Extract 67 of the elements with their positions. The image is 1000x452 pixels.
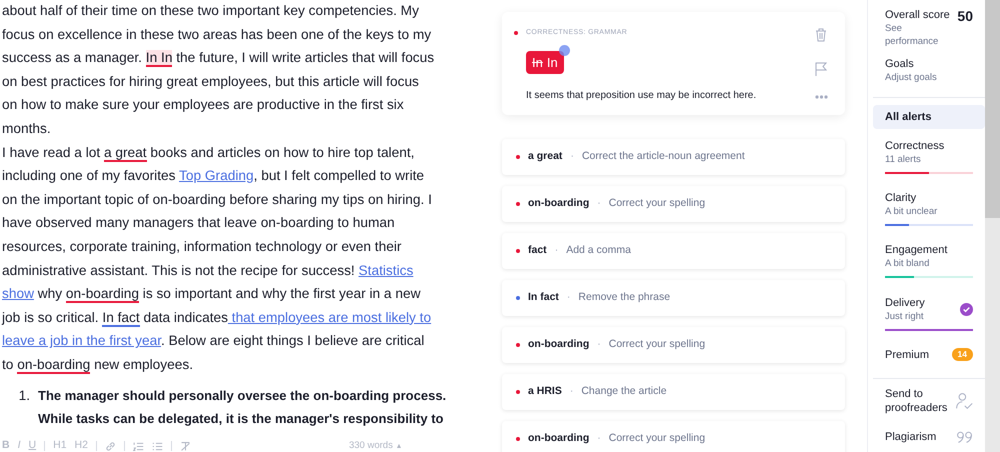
all-alerts-tab[interactable]: All alerts bbox=[873, 104, 985, 130]
bullet-list-icon[interactable] bbox=[152, 440, 163, 452]
separator-dot: · bbox=[566, 290, 570, 306]
clear-format-icon[interactable] bbox=[180, 440, 191, 452]
alert-item[interactable]: In fact · Remove the phrase bbox=[502, 280, 845, 316]
alert-item[interactable]: fact · Add a comma bbox=[502, 233, 845, 269]
category-tab[interactable]: Correctness 11 alerts bbox=[873, 139, 985, 192]
alert-item[interactable]: a great · Correct the article-noun agreement bbox=[502, 139, 845, 175]
paragraph: about half of their time on these two important key competencies. My focus on excellence in these two areas has been one of the keys to my success as a manager. In In the future, I will write articles that will focus on best practices for hiring great employees, but this article will focus on how to make sure your employees are productive in the first six months. bbox=[2, 2, 436, 138]
flagged-text[interactable]: In fact bbox=[102, 310, 140, 327]
category-tab[interactable]: Clarity A bit unclear bbox=[873, 191, 985, 244]
alert-hint: Correct your spelling bbox=[608, 431, 706, 446]
alert-hint: Correct your spelling bbox=[608, 337, 706, 352]
premium-label[interactable]: Premium bbox=[885, 348, 930, 362]
quote-icon bbox=[956, 430, 973, 444]
score-label: Overall score bbox=[885, 8, 951, 22]
sidebar-action[interactable]: Send to proofreaders bbox=[873, 379, 985, 423]
more-icon[interactable] bbox=[814, 95, 828, 99]
text-link[interactable]: show bbox=[2, 286, 34, 302]
separator-dot: · bbox=[570, 384, 574, 400]
person-check-icon bbox=[955, 392, 973, 410]
alert-hint: Correct your spelling bbox=[608, 196, 706, 212]
count-badge: 14 bbox=[952, 348, 973, 361]
see-performance-link[interactable]: See performance bbox=[885, 22, 958, 48]
overall-score: 50 bbox=[957, 8, 973, 26]
numbered-list-icon[interactable] bbox=[132, 440, 144, 452]
flagged-text[interactable]: a great bbox=[104, 144, 147, 162]
link-icon[interactable] bbox=[104, 440, 116, 452]
trash-icon[interactable] bbox=[815, 28, 827, 42]
paragraph: I have read a lot a great books and articles on how to hire top talent, including one of my favorites Top Grading, but I felt compelled to write on the important topic of on-boarding before sharing my tips on hiring. I have observed many managers that leave on-boarding to human resources, corporate training, information technology or even their administrative assistant. This is not the recipe for success! Statistics show why on-boarding is so important and why the first year in a new job is so critical. In fact data indicates that employees are most likely to leave a job in the first year. Below are eight things I believe are critical to on-boarding new employees. bbox=[2, 144, 433, 376]
list-number: 1. bbox=[18, 386, 31, 404]
category-tab[interactable]: Engagement A bit bland bbox=[873, 243, 985, 296]
alert-word: a HRIS bbox=[528, 384, 562, 400]
separator-dot: · bbox=[597, 196, 601, 212]
separator-dot: · bbox=[554, 243, 558, 258]
alert-word: a great bbox=[528, 149, 562, 164]
alert-hint: Remove the phrase bbox=[578, 290, 670, 306]
alert-word: In fact bbox=[528, 290, 559, 306]
flagged-text[interactable]: In In bbox=[146, 50, 172, 68]
separator-dot: · bbox=[597, 431, 601, 446]
goals-label[interactable]: Goals bbox=[885, 57, 973, 72]
flagged-text[interactable]: on-boarding bbox=[17, 356, 90, 374]
separator-dot: · bbox=[570, 149, 574, 164]
category-tab[interactable]: Delivery Just right bbox=[873, 296, 985, 348]
flagged-text[interactable]: on-boarding bbox=[66, 286, 139, 304]
text-link[interactable]: that employees are most likely to bbox=[228, 310, 432, 325]
alert-word: on-boarding bbox=[528, 431, 590, 446]
text-link[interactable]: Statistics bbox=[358, 262, 414, 278]
alert-hint: Add a comma bbox=[566, 243, 631, 258]
text-link[interactable]: leave a job in the first year bbox=[2, 333, 162, 348]
list-item-text: The manager should personally oversee the on-boarding process. While tasks can be delegated, it is the manager's responsibility to bbox=[38, 386, 448, 428]
adjust-goals-link[interactable]: Adjust goals bbox=[885, 71, 973, 84]
alert-hint: Correct the article-noun agreement bbox=[582, 149, 745, 164]
alert-word: fact bbox=[528, 243, 547, 258]
separator-dot: · bbox=[597, 337, 601, 352]
text-link[interactable]: Top Grading bbox=[179, 168, 254, 184]
alert-item[interactable]: on-boarding · Correct your spelling bbox=[502, 186, 845, 222]
suggestion-button[interactable]: In In bbox=[526, 50, 564, 74]
alert-word: on-boarding bbox=[528, 196, 590, 212]
sidebar-action[interactable]: Plagiarism bbox=[873, 422, 985, 452]
alert-word: on-boarding bbox=[528, 337, 590, 352]
alert-item[interactable]: a HRIS · Change the article bbox=[502, 374, 845, 410]
alert-item[interactable]: on-boarding · Correct your spelling bbox=[502, 421, 845, 452]
alert-message: It seems that preposition use may be incorrect here. bbox=[526, 89, 758, 103]
alert-hint: Change the article bbox=[581, 384, 667, 400]
flag-icon[interactable] bbox=[815, 62, 827, 76]
alert-item[interactable]: on-boarding · Correct your spelling bbox=[502, 327, 845, 363]
